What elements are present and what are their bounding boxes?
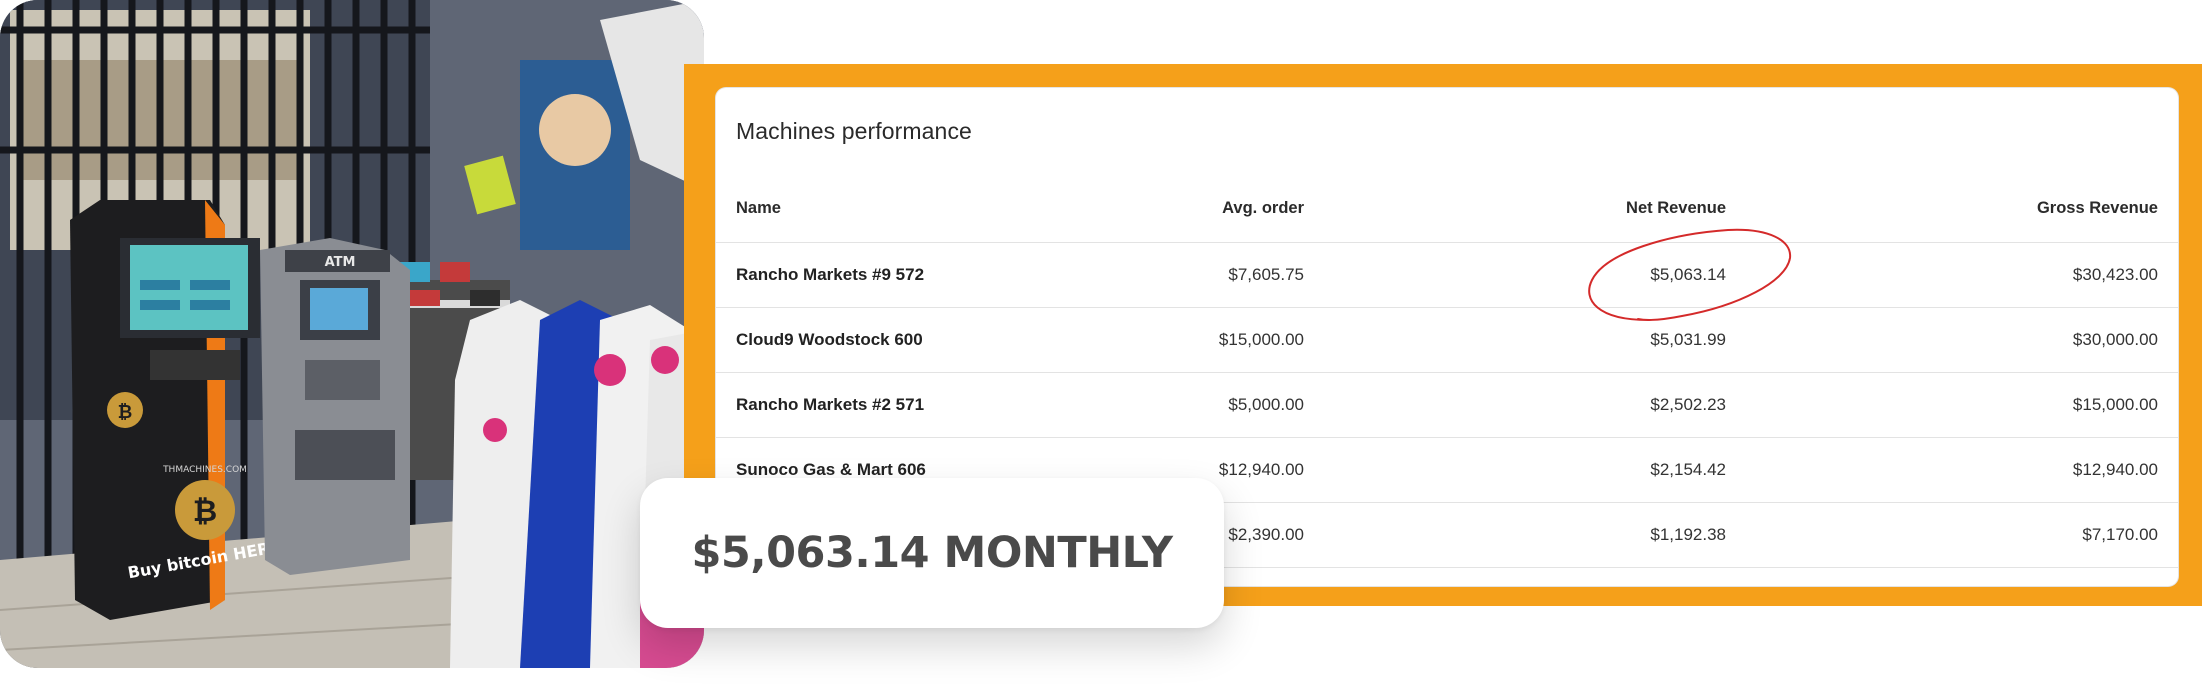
svg-text:₿: ₿: [193, 494, 217, 529]
cell-gross-revenue: $15,000.00: [1746, 372, 2178, 438]
cell-machine-name: Rancho Markets #2 571: [716, 372, 1016, 438]
cell-gross-revenue: $12,940.00: [1746, 437, 2178, 503]
table-row[interactable]: Rancho Markets #9 572 $7,605.75 $5,063.1…: [716, 242, 2178, 308]
monthly-revenue-callout: $5,063.14 MONTHLY: [640, 478, 1224, 628]
cell-net-revenue: $2,154.42: [1324, 437, 1746, 503]
table-header-row: Name Avg. order Net Revenue Gross Revenu…: [716, 176, 2178, 243]
table-row[interactable]: Cloud9 Woodstock 600 $15,000.00 $5,031.9…: [716, 307, 2178, 373]
cell-avg-order: $5,000.00: [1016, 372, 1324, 438]
cell-net-revenue: $2,502.23: [1324, 372, 1746, 438]
column-header-net-revenue[interactable]: Net Revenue: [1324, 176, 1746, 243]
svg-text:₿: ₿: [118, 402, 133, 423]
cell-gross-revenue: $30,423.00: [1746, 242, 2178, 308]
cell-gross-revenue: $30,000.00: [1746, 307, 2178, 373]
cell-net-revenue: $1,192.38: [1324, 502, 1746, 568]
column-header-gross-revenue[interactable]: Gross Revenue: [1746, 176, 2178, 243]
cell-gross-revenue: $7,170.00: [1746, 502, 2178, 568]
cell-machine-name: Rancho Markets #9 572: [716, 242, 1016, 308]
column-header-name[interactable]: Name: [716, 176, 1016, 243]
machine-brand-label: THMACHINES.COM: [162, 465, 247, 475]
cell-avg-order: $15,000.00: [1016, 307, 1324, 373]
store-illustration: ₿ ₿ THMACHINES.COM Buy bitcoin HERE ATM: [0, 0, 704, 668]
callout-text: $5,063.14 MONTHLY: [691, 528, 1173, 578]
cell-net-revenue: $5,063.14: [1324, 242, 1746, 308]
store-photo: ₿ ₿ THMACHINES.COM Buy bitcoin HERE ATM: [0, 0, 704, 668]
cell-avg-order: $7,605.75: [1016, 242, 1324, 308]
cell-net-revenue: $5,031.99: [1324, 307, 1746, 373]
column-header-avg-order[interactable]: Avg. order: [1016, 176, 1324, 243]
table-row[interactable]: Rancho Markets #2 571 $5,000.00 $2,502.2…: [716, 372, 2178, 438]
cell-machine-name: Cloud9 Woodstock 600: [716, 307, 1016, 373]
card-title: Machines performance: [736, 118, 972, 144]
atm-sign: ATM: [325, 255, 356, 270]
